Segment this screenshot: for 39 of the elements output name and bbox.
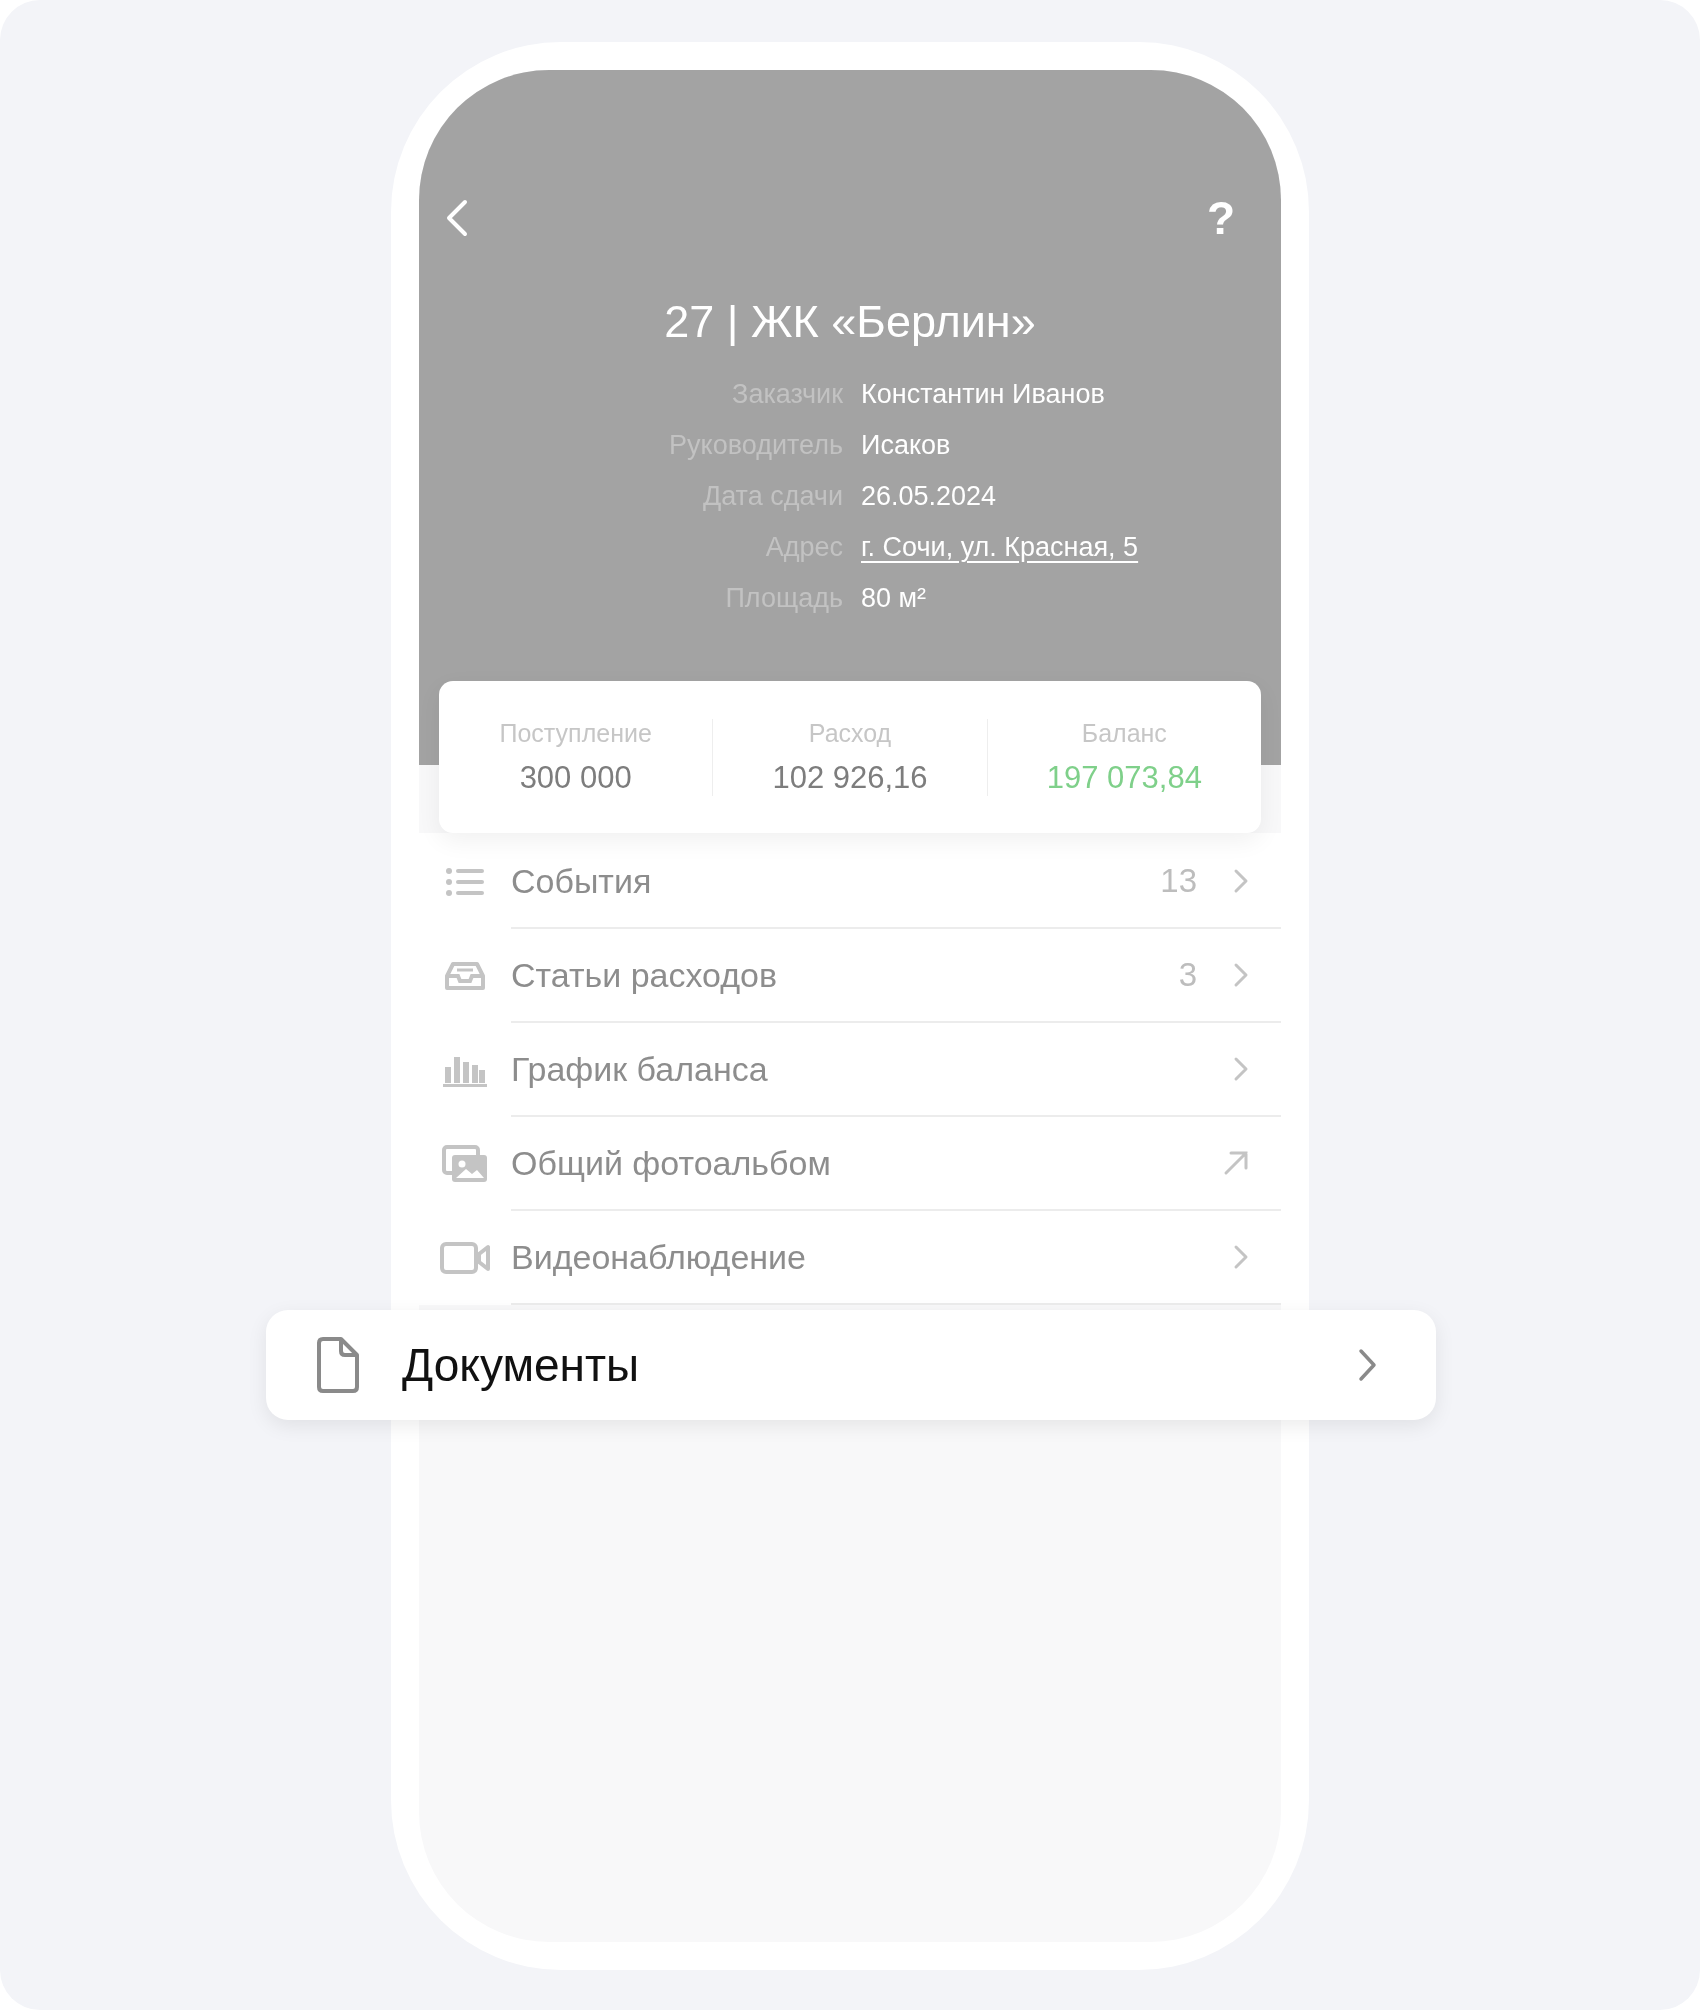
summary-label: Поступление xyxy=(499,718,652,748)
chevron-right-icon xyxy=(1358,1348,1378,1382)
summary-value: 197 073,84 xyxy=(1046,759,1202,796)
menu-label: Общий фотоальбом xyxy=(511,1143,832,1183)
item-count: 3 xyxy=(1178,956,1197,994)
menu-label: График баланса xyxy=(511,1049,769,1089)
documents-item[interactable]: Документы xyxy=(266,1310,1436,1420)
summary-value: 300 000 xyxy=(519,759,632,796)
menu-item[interactable]: События 13 xyxy=(419,835,1281,929)
chevron-right-icon xyxy=(1233,962,1249,988)
address-link[interactable]: г. Сочи, ул. Красная, 5 xyxy=(861,531,1281,563)
tray-icon xyxy=(444,960,486,992)
summary-label: Баланс xyxy=(1081,718,1167,748)
menu-item[interactable]: Общий фотоальбом xyxy=(419,1117,1281,1211)
menu-label: События xyxy=(511,861,653,901)
project-title: 27 | ЖК «Берлин» xyxy=(663,296,1037,348)
documents-label: Документы xyxy=(402,1338,641,1392)
summary-label: Расход xyxy=(808,718,892,748)
detail-value: Исаков xyxy=(861,429,952,461)
menu-label: Видеонаблюдение xyxy=(511,1237,807,1277)
list-icon xyxy=(445,867,485,897)
external-arrow-icon xyxy=(1223,1150,1249,1176)
chevron-right-icon xyxy=(1233,868,1249,894)
detail-value: 80 м² xyxy=(861,582,928,614)
menu-item[interactable]: Статьи расходов 3 xyxy=(419,929,1281,1023)
summary-value: 102 926,16 xyxy=(772,759,928,796)
menu-label: Статьи расходов xyxy=(511,955,779,995)
menu-item[interactable]: Видеонаблюдение xyxy=(419,1211,1281,1305)
chevron-right-icon xyxy=(1233,1056,1249,1082)
menu-item[interactable]: График баланса xyxy=(419,1023,1281,1117)
document-icon xyxy=(316,1336,360,1394)
detail-value: Константин Иванов xyxy=(861,378,1106,410)
item-count: 13 xyxy=(1160,862,1197,900)
back-icon[interactable] xyxy=(445,198,469,238)
chevron-right-icon xyxy=(1233,1244,1249,1270)
help-button[interactable]: ? xyxy=(1206,196,1235,240)
detail-value: 26.05.2024 xyxy=(861,480,998,512)
video-camera-icon xyxy=(439,1241,491,1275)
photos-icon xyxy=(441,1144,489,1184)
